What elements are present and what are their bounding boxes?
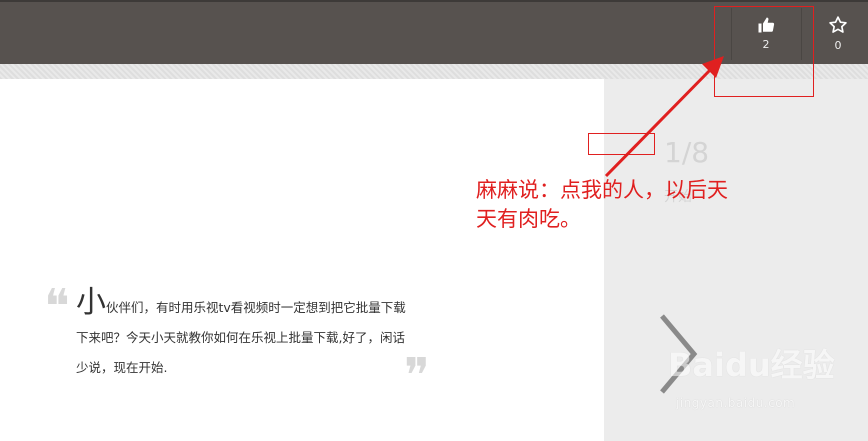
- page-number: 1/8: [664, 136, 710, 169]
- annotation-highlight-box: [714, 6, 814, 97]
- favorite-count: 0: [834, 38, 842, 52]
- watermark-logo: Baidu经验: [668, 346, 835, 384]
- star-icon: [829, 15, 847, 33]
- slide-content: [0, 79, 604, 441]
- intro-quote: 小伙伴们，有时用乐视tv看视频时一定想到把它批量下载下来吧？今天小天就教你如何在…: [76, 288, 416, 383]
- quote-body: 伙伴们，有时用乐视tv看视频时一定想到把它批量下载下来吧？今天小天就教你如何在乐…: [76, 300, 406, 375]
- annotation-text: 麻麻说：点我的人，以后天天有肉吃。: [476, 178, 728, 231]
- watermark: Baidu经验 jingyan.baidu.com: [668, 340, 858, 420]
- watermark-url: jingyan.baidu.com: [676, 396, 796, 410]
- quote-first-char: 小: [76, 285, 106, 320]
- annotation-highlight-box: [588, 133, 655, 155]
- favorite-button[interactable]: 0: [814, 2, 862, 64]
- open-quote-icon: ❝: [44, 279, 70, 335]
- close-quote-icon: ❞: [404, 348, 430, 404]
